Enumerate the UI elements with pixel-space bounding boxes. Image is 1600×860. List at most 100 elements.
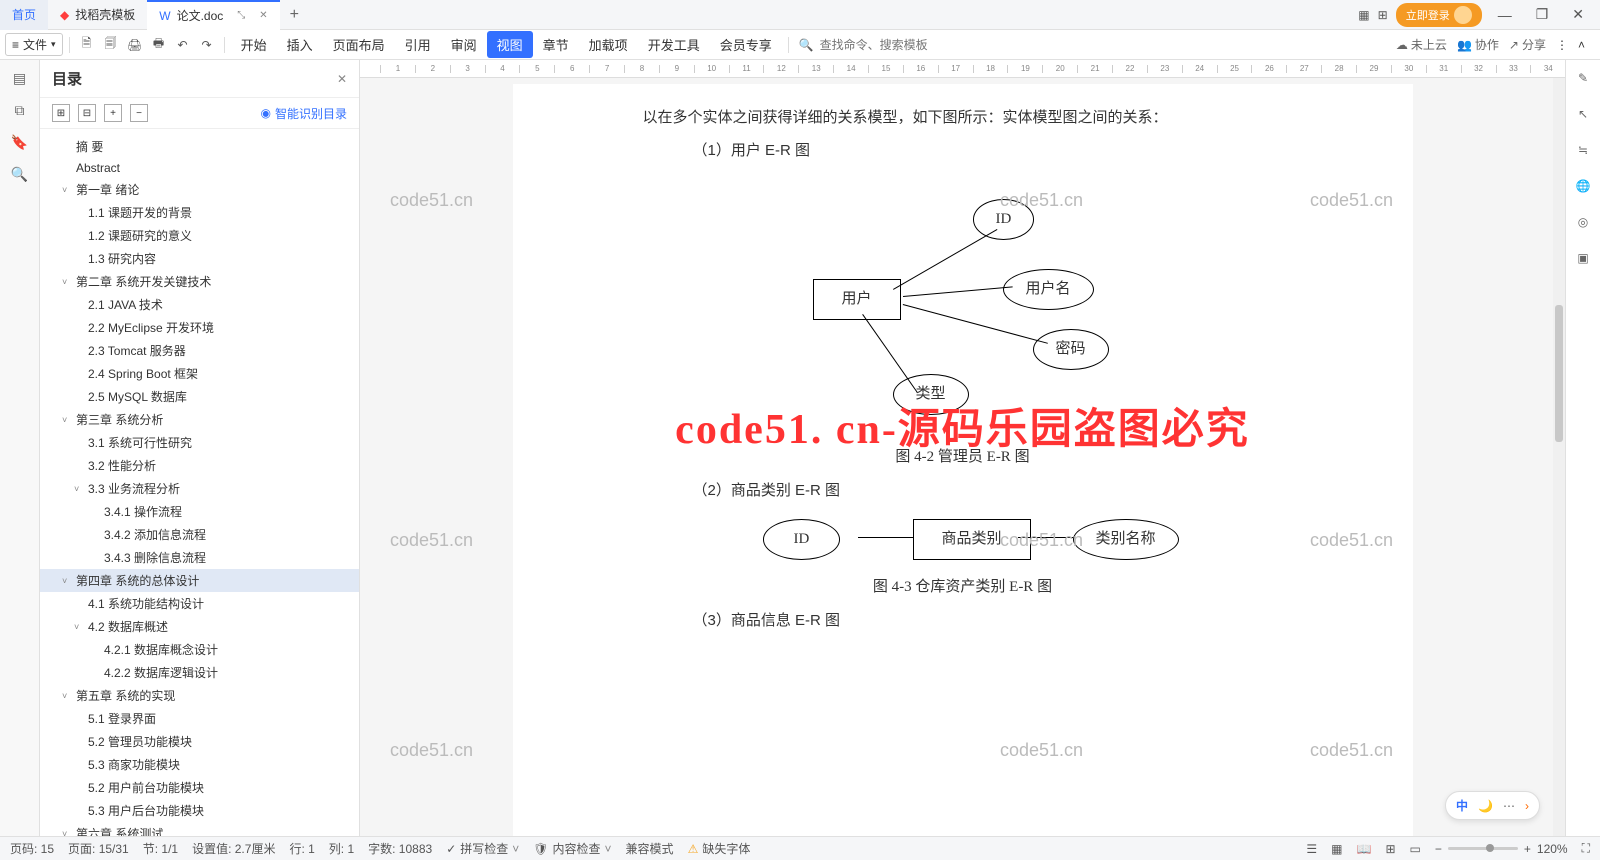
toc-item[interactable]: ˅第五章 系统的实现	[40, 684, 359, 707]
toc-item[interactable]: 1.2 课题研究的意义	[40, 224, 359, 247]
tab-close-icon[interactable]: ✕	[259, 10, 267, 21]
toc-item[interactable]: ˅第二章 系统开发关键技术	[40, 270, 359, 293]
chevron-down-icon[interactable]: ˅	[62, 185, 72, 195]
toc-item[interactable]: 4.2.1 数据库概念设计	[40, 638, 359, 661]
menu-审阅[interactable]: 审阅	[441, 31, 487, 58]
status-spellcheck[interactable]: ✓拼写检查 ˅	[446, 840, 519, 857]
toc-item[interactable]: 3.4.1 操作流程	[40, 500, 359, 523]
view-mode-5-icon[interactable]: ▭	[1410, 842, 1421, 856]
layout-icon[interactable]: ▦	[1358, 8, 1369, 22]
login-button[interactable]: 立即登录	[1396, 3, 1482, 27]
menu-页面布局[interactable]: 页面布局	[323, 31, 395, 58]
menu-加载项[interactable]: 加载项	[579, 31, 638, 58]
toc-item[interactable]: 5.2 用户前台功能模块	[40, 776, 359, 799]
chevron-down-icon[interactable]: ˅	[62, 829, 72, 837]
menu-会员专享[interactable]: 会员专享	[710, 31, 782, 58]
view-mode-3-icon[interactable]: 📖	[1357, 842, 1372, 856]
menu-file[interactable]: ≡ 文件 ▾	[5, 33, 63, 56]
search-input[interactable]	[820, 38, 970, 52]
menu-插入[interactable]: 插入	[277, 31, 323, 58]
zoom-out-icon[interactable]: −	[1435, 842, 1442, 856]
toc-collapse-all-icon[interactable]: ⊟	[78, 104, 96, 122]
sidebar-close-icon[interactable]: ✕	[337, 72, 347, 86]
collab-button[interactable]: 👥协作	[1457, 36, 1499, 53]
toc-item[interactable]: 5.3 商家功能模块	[40, 753, 359, 776]
print-icon[interactable]: 🖨	[124, 34, 146, 56]
read-icon[interactable]: ▣	[1573, 248, 1593, 268]
toc-item[interactable]: 2.2 MyEclipse 开发环境	[40, 316, 359, 339]
search-panel-icon[interactable]: 🔍	[10, 164, 30, 184]
tab-expand-icon[interactable]: ⤡	[237, 10, 245, 21]
toc-item[interactable]: Abstract	[40, 158, 359, 178]
toc-item[interactable]: ˅3.3 业务流程分析	[40, 477, 359, 500]
translate-icon[interactable]: 🌐	[1573, 176, 1593, 196]
tab-document[interactable]: W 论文.doc ⤡ ✕	[147, 0, 279, 30]
toc-item[interactable]: 5.1 登录界面	[40, 707, 359, 730]
view-mode-1-icon[interactable]: ☰	[1306, 842, 1317, 856]
zoom-in-icon[interactable]: +	[1524, 842, 1531, 856]
status-page[interactable]: 页面: 15/31	[68, 840, 129, 857]
maximize-button[interactable]: ❐	[1528, 2, 1557, 27]
status-compat[interactable]: 兼容模式	[626, 840, 674, 857]
edit-icon[interactable]: ✎	[1573, 68, 1593, 88]
outline-icon[interactable]: ▤	[10, 68, 30, 88]
menu-开始[interactable]: 开始	[231, 31, 277, 58]
toc-item[interactable]: 2.1 JAVA 技术	[40, 293, 359, 316]
print-preview-icon[interactable]: 🖶	[148, 34, 170, 56]
select-icon[interactable]: ↖	[1573, 104, 1593, 124]
close-button[interactable]: ✕	[1564, 2, 1592, 27]
location-icon[interactable]: ◎	[1573, 212, 1593, 232]
toc-item[interactable]: 3.2 性能分析	[40, 454, 359, 477]
status-setting[interactable]: 设置值: 2.7厘米	[192, 840, 275, 857]
toc-item[interactable]: 5.2 管理员功能模块	[40, 730, 359, 753]
language-float-bar[interactable]: 中 🌙 ⋯ ›	[1445, 791, 1540, 820]
toc-item[interactable]: 3.4.2 添加信息流程	[40, 523, 359, 546]
chevron-down-icon[interactable]: ˅	[74, 622, 84, 632]
chevron-down-icon[interactable]: ˅	[62, 415, 72, 425]
toc-item[interactable]: 2.3 Tomcat 服务器	[40, 339, 359, 362]
toc-item[interactable]: 3.4.3 删除信息流程	[40, 546, 359, 569]
toc-item[interactable]: 2.4 Spring Boot 框架	[40, 362, 359, 385]
save-icon[interactable]: 🗎	[76, 34, 98, 56]
toc-expand-all-icon[interactable]: ⊞	[52, 104, 70, 122]
zoom-value[interactable]: 120%	[1537, 842, 1568, 856]
ruler-icon[interactable]: ≒	[1573, 140, 1593, 160]
smart-toc-button[interactable]: ◉ 智能识别目录	[261, 105, 348, 122]
status-line[interactable]: 行: 1	[289, 840, 314, 857]
menu-视图[interactable]: 视图	[487, 31, 533, 58]
redo-icon[interactable]: ↷	[196, 34, 218, 56]
layers-icon[interactable]: ⧉	[10, 100, 30, 120]
tab-add-button[interactable]: +	[280, 6, 309, 24]
fullscreen-icon[interactable]: ⛶	[1582, 841, 1590, 856]
chevron-down-icon[interactable]: ˅	[74, 484, 84, 494]
minimize-button[interactable]: —	[1490, 3, 1520, 27]
status-col[interactable]: 列: 1	[329, 840, 354, 857]
zoom-slider[interactable]	[1448, 847, 1518, 850]
chevron-down-icon[interactable]: ˅	[62, 691, 72, 701]
menu-章节[interactable]: 章节	[533, 31, 579, 58]
tab-home[interactable]: 首页	[0, 0, 48, 30]
menu-引用[interactable]: 引用	[395, 31, 441, 58]
toc-item[interactable]: 1.1 课题开发的背景	[40, 201, 359, 224]
menu-开发工具[interactable]: 开发工具	[638, 31, 710, 58]
toc-item[interactable]: ˅第四章 系统的总体设计	[40, 569, 359, 592]
view-mode-2-icon[interactable]: ▦	[1331, 842, 1342, 856]
lang-label[interactable]: 中	[1456, 797, 1468, 814]
tab-templates[interactable]: ◆ 找稻壳模板	[48, 0, 147, 30]
undo-icon[interactable]: ↶	[172, 34, 194, 56]
toc-item[interactable]: ˅第一章 绪论	[40, 178, 359, 201]
collapse-ribbon-icon[interactable]: ˄	[1578, 38, 1585, 52]
toc-item[interactable]: 3.1 系统可行性研究	[40, 431, 359, 454]
toc-item[interactable]: 4.2.2 数据库逻辑设计	[40, 661, 359, 684]
view-mode-4-icon[interactable]: ⊞	[1385, 842, 1395, 856]
toc-item[interactable]: ˅4.2 数据库概述	[40, 615, 359, 638]
status-section[interactable]: 节: 1/1	[143, 840, 178, 857]
toc-item[interactable]: 1.3 研究内容	[40, 247, 359, 270]
status-pagecode[interactable]: 页码: 15	[10, 840, 54, 857]
zoom-control[interactable]: − + 120%	[1435, 842, 1568, 856]
toc-item[interactable]: ˅第六章 系统测试	[40, 822, 359, 836]
saveas-icon[interactable]: 🗐	[100, 34, 122, 56]
toc-remove-icon[interactable]: −	[130, 104, 148, 122]
bookmark-icon[interactable]: 🔖	[10, 132, 30, 152]
more-icon[interactable]: ⋮	[1556, 38, 1568, 52]
